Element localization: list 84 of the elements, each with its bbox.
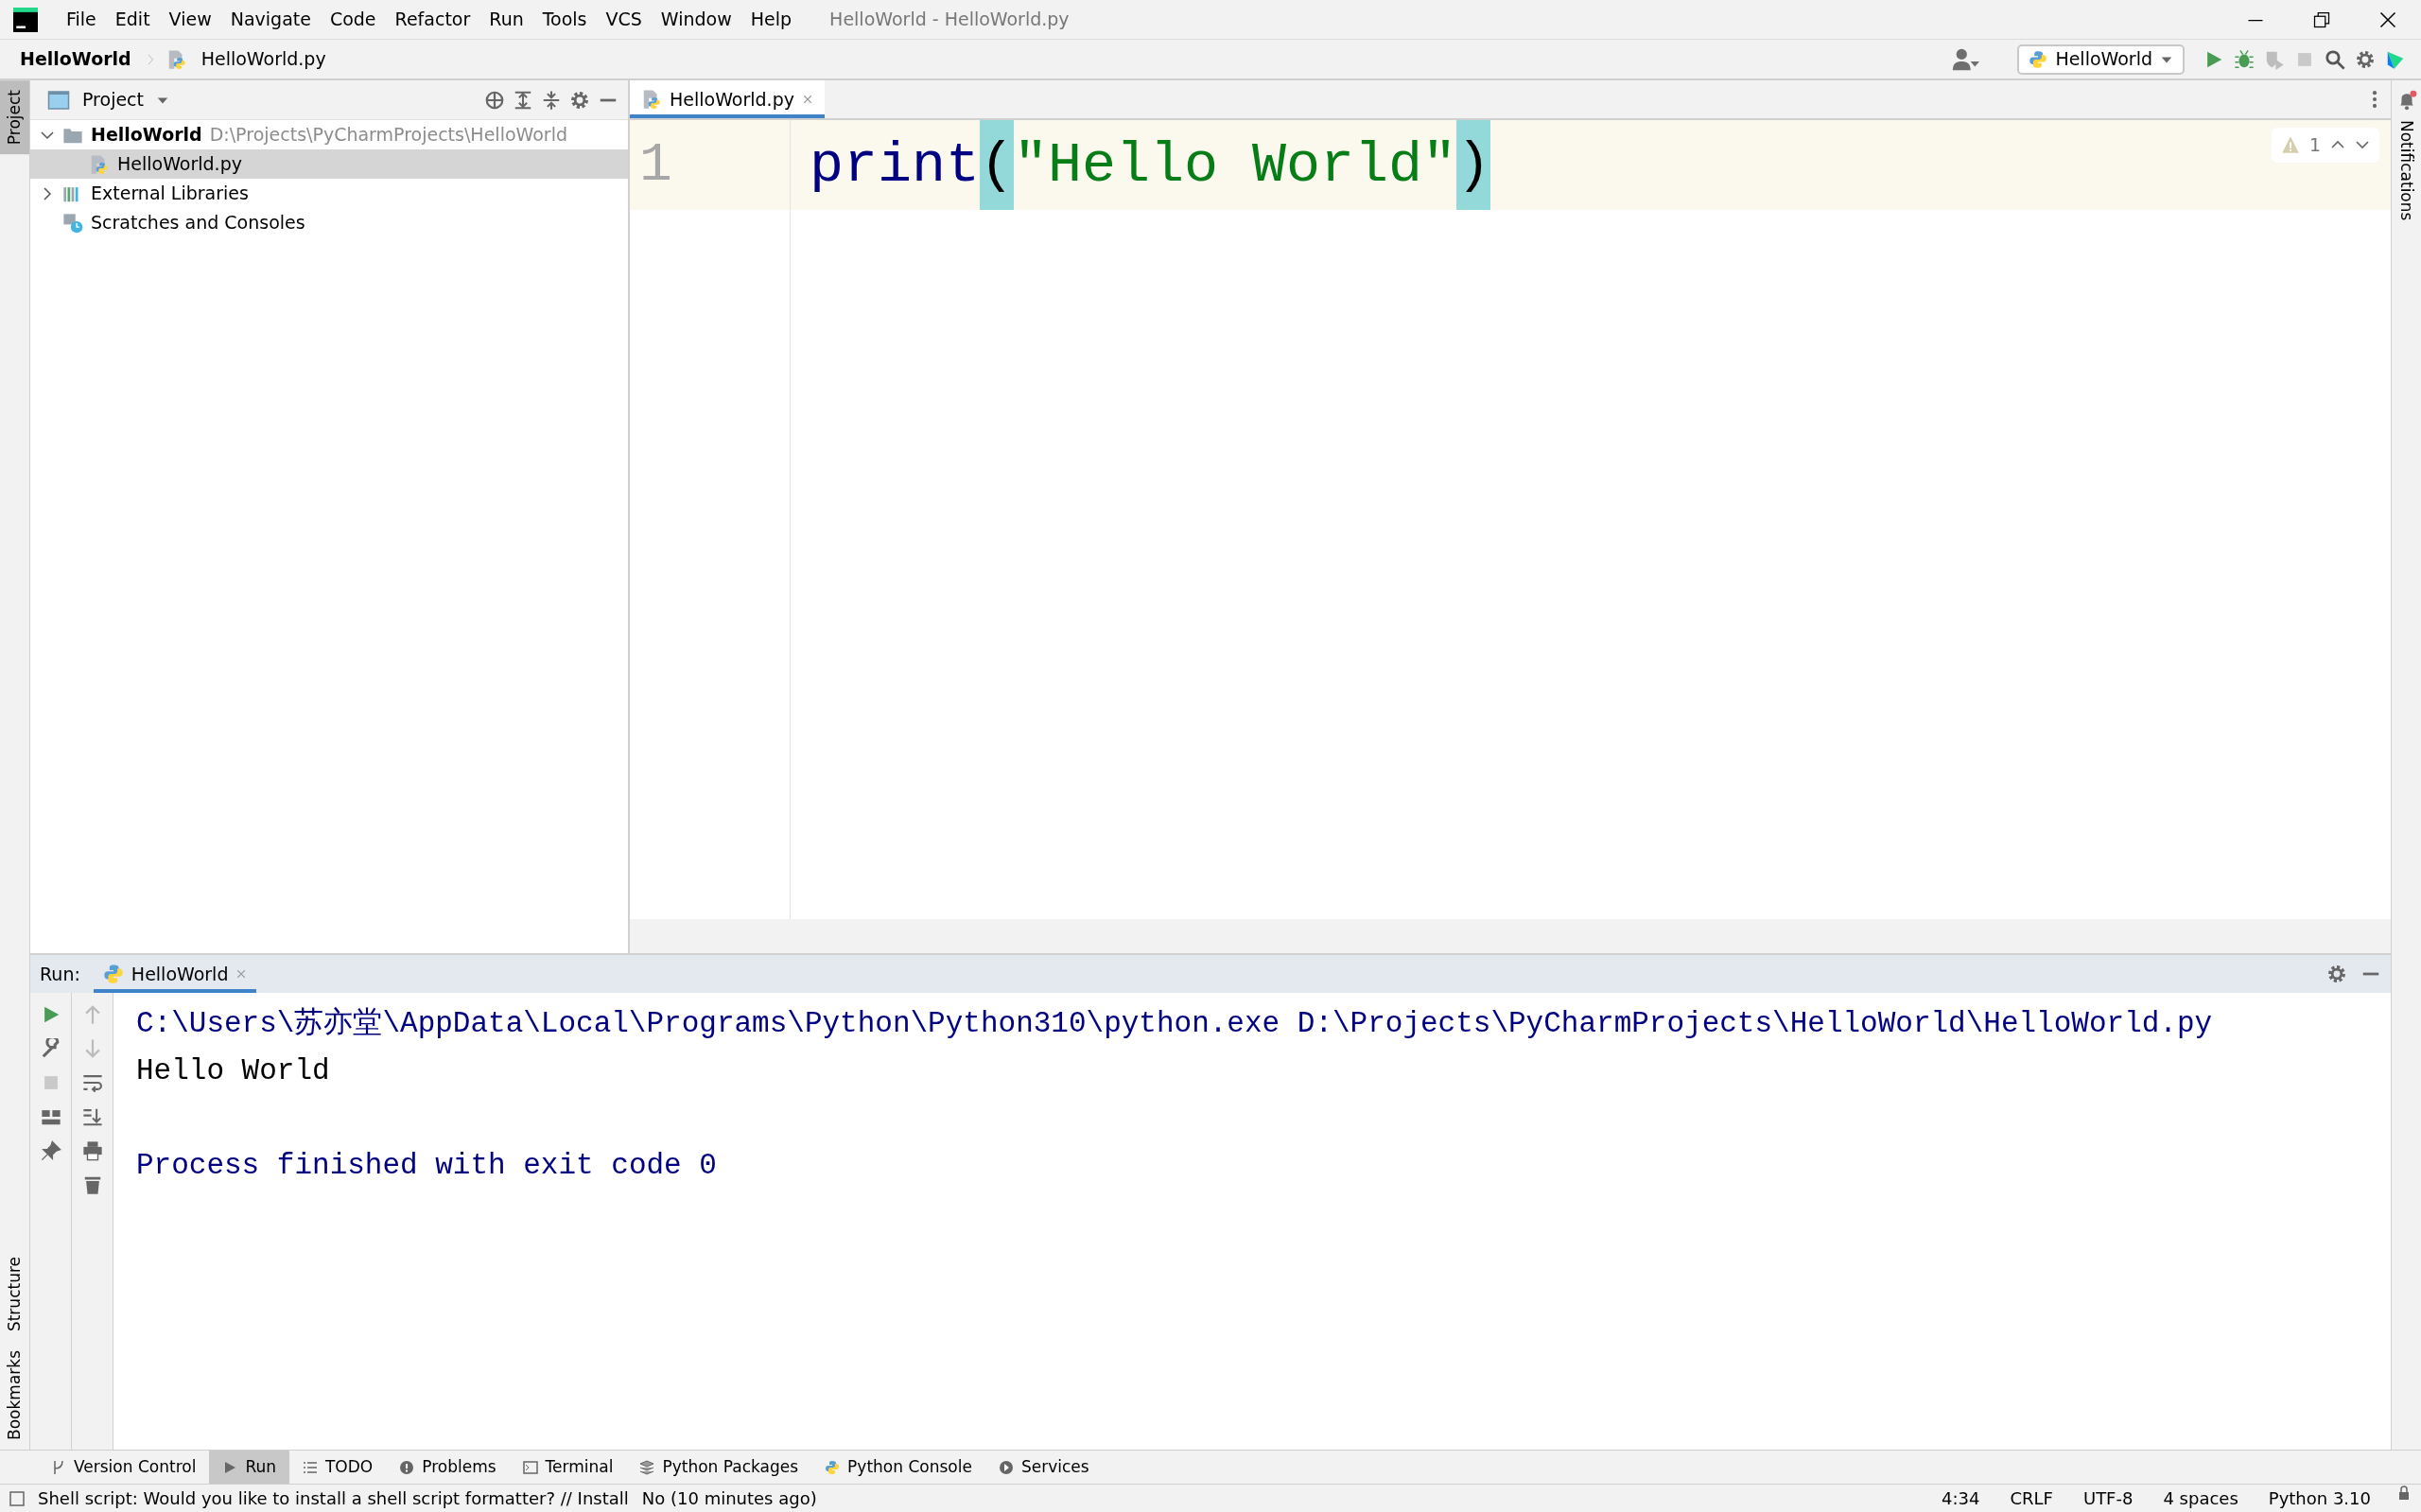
menu-item[interactable]: View xyxy=(159,6,221,33)
python-icon xyxy=(102,964,124,984)
close-icon[interactable] xyxy=(2378,9,2397,29)
menu-item[interactable]: Run xyxy=(479,6,533,33)
settings-icon[interactable] xyxy=(2326,964,2347,984)
status-message: Shell script: Would you like to install a shell script formatter? // Install xyxy=(38,1487,629,1510)
play-circle-icon xyxy=(998,1459,1014,1475)
print-icon[interactable] xyxy=(81,1140,103,1161)
code-token: ( xyxy=(980,120,1015,210)
menu-item[interactable]: Window xyxy=(651,6,741,33)
locate-icon[interactable] xyxy=(484,89,505,111)
settings-icon[interactable] xyxy=(2355,48,2376,70)
layers-icon xyxy=(639,1459,655,1475)
python-file-icon xyxy=(89,153,110,175)
breadcrumb[interactable]: HelloWorld xyxy=(15,45,136,73)
menu-item[interactable]: File xyxy=(57,6,106,33)
menu-item[interactable]: Tools xyxy=(532,6,597,33)
collapse-all-icon[interactable] xyxy=(541,89,562,111)
problems-icon xyxy=(399,1459,415,1475)
code-token: print xyxy=(810,131,981,200)
list-icon xyxy=(303,1459,318,1475)
tool-window-button[interactable]: Run xyxy=(209,1451,289,1484)
code-token: ) xyxy=(1456,120,1491,210)
scroll-to-end-icon[interactable] xyxy=(81,1106,103,1127)
breadcrumb[interactable]: HelloWorld.py xyxy=(196,45,331,73)
panel-icon xyxy=(47,88,70,112)
app-logo-icon xyxy=(13,7,38,32)
bug-icon[interactable] xyxy=(2234,48,2255,70)
console-line: Process finished with exit code 0 xyxy=(136,1148,718,1184)
tool-window-button[interactable]: TODO xyxy=(289,1451,387,1484)
tool-window-button[interactable]: Version Control xyxy=(38,1451,210,1484)
panel-toggle-icon[interactable] xyxy=(9,1490,25,1506)
branch-icon xyxy=(51,1459,66,1475)
tree-item[interactable]: HelloWorld D:\Projects\PyCharmProjects\HelloWorld xyxy=(30,120,628,149)
tree-item[interactable]: Scratches and Consoles xyxy=(30,208,628,237)
pin-icon[interactable] xyxy=(40,1140,61,1161)
status-item[interactable]: UTF-8 xyxy=(2078,1486,2138,1511)
tool-window-tab[interactable]: Structure xyxy=(0,1246,29,1341)
tool-window-button[interactable]: Terminal xyxy=(509,1451,627,1484)
python-icon xyxy=(2029,49,2048,69)
restore-icon[interactable] xyxy=(2312,9,2331,29)
tool-window-tab[interactable]: Bookmarks xyxy=(0,1341,29,1450)
window-title: HelloWorld - HelloWorld.py xyxy=(829,8,1070,32)
lock-icon xyxy=(2396,1486,2412,1501)
tool-window-button[interactable]: Services xyxy=(984,1451,1103,1484)
tool-window-tab[interactable]: Project xyxy=(0,80,29,155)
status-item[interactable]: CRLF xyxy=(2005,1486,2058,1511)
code-token: "Hello World" xyxy=(1014,131,1457,200)
menu-item[interactable]: Help xyxy=(740,6,802,33)
status-item[interactable]: 4:34 xyxy=(1937,1486,1985,1511)
search-icon[interactable] xyxy=(2325,48,2345,70)
console-line: Hello World xyxy=(136,1053,331,1089)
expand-all-icon[interactable] xyxy=(513,89,533,111)
editor-tab[interactable]: HelloWorld.py xyxy=(630,80,825,118)
wrench-icon[interactable] xyxy=(40,1038,61,1059)
run-tab[interactable]: HelloWorld xyxy=(93,955,257,993)
settings-icon[interactable] xyxy=(569,89,590,111)
menu-item[interactable]: Navigate xyxy=(220,6,321,33)
line-number: 1 xyxy=(630,120,790,210)
menu-item[interactable]: VCS xyxy=(596,6,652,33)
tool-window-tab[interactable]: Notifications xyxy=(2392,111,2421,231)
soft-wrap-icon[interactable] xyxy=(81,1072,103,1093)
menu-item[interactable]: Refactor xyxy=(385,6,480,33)
menu-item[interactable]: Code xyxy=(320,6,386,33)
warning-count: 1 xyxy=(2308,133,2321,157)
menu-item[interactable]: Edit xyxy=(105,6,160,33)
panel-title: Run: xyxy=(40,962,80,986)
tool-window-button[interactable]: Python Packages xyxy=(626,1451,812,1484)
tool-window-button[interactable]: Python Console xyxy=(811,1451,985,1484)
tree-item[interactable]: External Libraries xyxy=(30,179,628,208)
project-view-dropdown[interactable]: Project xyxy=(78,86,148,113)
run-configuration-dropdown[interactable]: HelloWorld xyxy=(2017,43,2185,75)
folder-path: D:\Projects\PyCharmProjects\HelloWorld xyxy=(209,123,567,148)
python-icon xyxy=(825,1459,841,1475)
scratches-icon xyxy=(62,212,83,234)
console-line: C:\Users\苏亦堂\AppData\Local\Programs\Python\Python310\python.exe D:\Projects\PyCharmProjects\HelloWorld\HelloWorld.py xyxy=(136,1006,2214,1042)
terminal-icon xyxy=(522,1459,538,1475)
status-item[interactable]: Python 3.10 xyxy=(2263,1486,2376,1511)
warning-icon xyxy=(2280,135,2300,155)
python-file-icon xyxy=(641,89,662,110)
status-time: No (10 minutes ago) xyxy=(641,1487,817,1510)
tool-window-button[interactable]: Problems xyxy=(386,1451,510,1484)
status-item[interactable]: 4 spaces xyxy=(2158,1486,2243,1511)
tree-item[interactable]: HelloWorld.py xyxy=(30,149,628,179)
